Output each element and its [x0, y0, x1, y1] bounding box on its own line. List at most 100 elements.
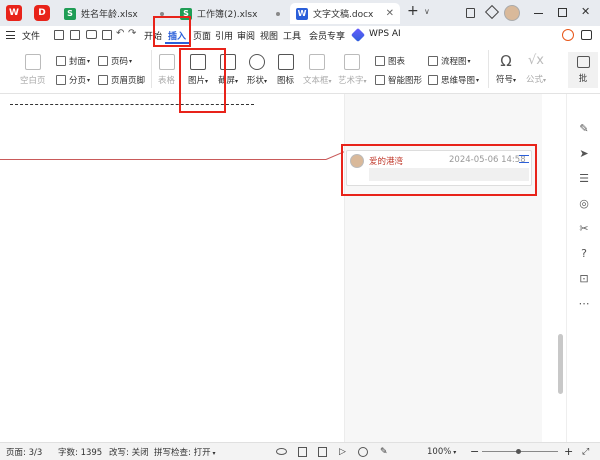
- cover-button[interactable]: 封面 ▾: [56, 55, 90, 67]
- shape-icon: [249, 54, 266, 70]
- shape-button[interactable]: 形状▾: [247, 54, 267, 86]
- close-tab-icon[interactable]: ✕: [386, 8, 394, 19]
- new-tab-button[interactable]: +: [407, 3, 419, 19]
- smart-shape-label: 智能图形: [388, 76, 423, 86]
- eye-protect-icon[interactable]: ✎: [380, 447, 388, 457]
- formula-button[interactable]: √x 公式▾: [526, 52, 546, 85]
- zoom-level[interactable]: 100% ▾: [427, 447, 456, 457]
- scrollbar-thumb[interactable]: [558, 334, 563, 394]
- smart-shape-icon: [375, 75, 385, 85]
- print-icon[interactable]: [86, 30, 97, 39]
- omega-icon: Ω: [500, 52, 512, 70]
- menu-member[interactable]: 会员专享: [306, 29, 348, 42]
- header-footer-button[interactable]: 页眉页脚: [98, 74, 145, 86]
- table-label: 表格: [158, 76, 176, 86]
- pen-icon[interactable]: ✎: [577, 122, 591, 136]
- undo-icon[interactable]: ↶: [116, 28, 124, 39]
- blank-page-button[interactable]: 空白页: [20, 54, 46, 86]
- pdf-app-icon[interactable]: D: [34, 5, 50, 21]
- status-bar: 页面: 3/3 字数: 1395 改写: 关闭 拼写检查: 打开 ▾ ▷ ✎ 1…: [0, 442, 600, 460]
- highlight-insert-tab: [153, 16, 191, 47]
- help-icon[interactable]: ?: [577, 247, 591, 261]
- header-footer-icon: [98, 75, 108, 85]
- icon-button[interactable]: 图标: [277, 54, 294, 86]
- save-icon[interactable]: [54, 30, 64, 40]
- collaboration-icon[interactable]: [562, 29, 574, 41]
- menu-review[interactable]: 审阅: [234, 29, 258, 42]
- share-panel-icon[interactable]: ⊡: [577, 272, 591, 286]
- comment-insert-icon: [576, 56, 590, 68]
- page-view-icon[interactable]: [298, 446, 307, 457]
- ribbon-divider: [488, 50, 489, 88]
- comment-insert-button[interactable]: 批: [568, 52, 598, 88]
- zoom-in-button[interactable]: +: [564, 445, 573, 458]
- header-footer-label: 页眉页脚: [111, 76, 146, 86]
- close-window-icon[interactable]: ✕: [581, 5, 590, 18]
- wordart-label: 艺术字▾: [338, 76, 367, 86]
- eye-icon[interactable]: [276, 448, 287, 455]
- cover-icon: [56, 56, 66, 66]
- cube-icon[interactable]: [484, 4, 500, 20]
- page-break-button[interactable]: 分页 ▾: [56, 74, 90, 86]
- menu-view[interactable]: 视图: [257, 29, 281, 42]
- shape-label: 形状▾: [247, 76, 268, 86]
- menu-file[interactable]: 文件: [19, 29, 43, 42]
- ribbon-divider: [151, 50, 152, 88]
- wordart-button[interactable]: 艺术字▾: [338, 54, 367, 86]
- fullscreen-icon[interactable]: ⤢: [582, 447, 589, 457]
- comment-insert-label: 批: [578, 74, 588, 84]
- menu-bar: 文件 ↶ ↷ 开始 插入 页面 引用 审阅 视图 工具 会员专享 WPS AI: [0, 26, 600, 44]
- spell-check[interactable]: 拼写检查: 打开 ▾: [154, 446, 216, 458]
- page-number-label: 页码: [111, 57, 129, 67]
- maximize-icon[interactable]: [558, 8, 567, 17]
- select-cursor-icon[interactable]: ➤: [577, 147, 591, 161]
- redo-icon[interactable]: ↷: [128, 28, 136, 39]
- adjust-icon[interactable]: ☰: [577, 172, 591, 186]
- more-icon[interactable]: ⋯: [577, 297, 591, 311]
- right-toolbar: ✎ ➤ ☰ ◎ ✂ ? ⊡ ⋯: [566, 94, 600, 442]
- tab-list-chevron-icon[interactable]: ∨: [424, 7, 430, 16]
- highlight-comment: [341, 144, 537, 196]
- symbol-button[interactable]: Ω 符号▾: [496, 52, 516, 85]
- menu-page[interactable]: 页面: [190, 29, 214, 42]
- web-view-icon[interactable]: [358, 446, 368, 457]
- vertical-scrollbar[interactable]: [556, 94, 565, 442]
- unsaved-dot-icon: [276, 11, 280, 16]
- shape-tool-icon[interactable]: ◎: [577, 197, 591, 211]
- page-count[interactable]: 页面: 3/3: [6, 446, 42, 458]
- chart-icon: [375, 56, 385, 66]
- outline-view-icon[interactable]: [318, 446, 327, 457]
- smart-shape-button[interactable]: 智能图形: [375, 74, 422, 86]
- hamburger-mid: [6, 34, 15, 36]
- menu-reference[interactable]: 引用: [212, 29, 236, 42]
- tab-docx[interactable]: W 文字文稿.docx ✕: [290, 3, 400, 24]
- table-icon: [158, 54, 175, 70]
- tools-icon[interactable]: ✂: [577, 222, 591, 236]
- textbox-button[interactable]: 文本框▾: [303, 54, 332, 86]
- avatar[interactable]: [504, 5, 520, 21]
- wps-ai-button[interactable]: WPS AI: [366, 29, 404, 39]
- minimize-icon[interactable]: [534, 13, 543, 14]
- zoom-slider-thumb[interactable]: [516, 449, 521, 454]
- zoom-out-button[interactable]: −: [470, 445, 479, 458]
- document-icon: W: [296, 7, 308, 20]
- icon-library-icon: [277, 54, 294, 70]
- play-icon[interactable]: ▷: [339, 447, 346, 457]
- window-list-icon[interactable]: [466, 8, 475, 18]
- print-preview-icon[interactable]: [102, 30, 112, 40]
- share-icon[interactable]: [581, 30, 592, 40]
- comment-anchor-line: [0, 159, 326, 160]
- highlight-picture-button: [179, 48, 226, 113]
- mindmap-label: 思维导图: [441, 76, 476, 86]
- page-number-button[interactable]: 页码 ▾: [98, 55, 132, 67]
- export-pdf-icon[interactable]: [70, 30, 80, 40]
- chart-button[interactable]: 图表: [375, 55, 405, 67]
- menu-tools[interactable]: 工具: [280, 29, 304, 42]
- mindmap-button[interactable]: 思维导图 ▾: [428, 74, 479, 86]
- word-count[interactable]: 字数: 1395: [58, 446, 102, 458]
- overwrite-mode[interactable]: 改写: 关闭: [109, 446, 149, 458]
- table-button[interactable]: 表格: [158, 54, 175, 86]
- wps-logo-icon[interactable]: W: [6, 5, 22, 21]
- ribbon-toolbar: 空白页 封面 ▾ 分页 ▾ 页码 ▾ 页眉页脚 表格 图片▾ 截屏▾ 形状▾ 图标 文…: [0, 44, 600, 94]
- flowchart-button[interactable]: 流程图 ▾: [428, 55, 471, 67]
